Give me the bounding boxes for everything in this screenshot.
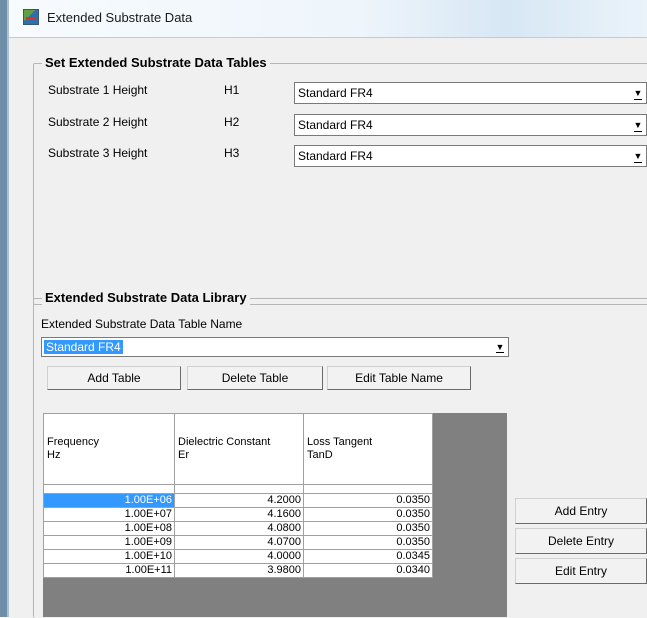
table-row[interactable]: 1.00E+07 4.1600 0.0350 — [43, 507, 433, 522]
substrate-1-combo[interactable]: Standard FR4 ▼ — [294, 82, 647, 104]
column-header-label: Dielectric Constant — [178, 436, 271, 448]
table-row[interactable]: 1.00E+08 4.0800 0.0350 — [43, 521, 433, 536]
column-header-loss-tangent[interactable]: Loss Tangent TanD — [303, 413, 433, 485]
delete-entry-button[interactable]: Delete Entry — [515, 528, 647, 554]
edit-entry-button[interactable]: Edit Entry — [515, 558, 647, 584]
table-spacer-row — [43, 484, 433, 494]
loss-tangent-cell[interactable]: 0.0350 — [303, 507, 433, 522]
table-row[interactable]: 1.00E+11 3.9800 0.0340 — [43, 563, 433, 578]
dielectric-constant-cell[interactable]: 4.0800 — [174, 521, 304, 536]
app-icon — [23, 9, 39, 25]
frequency-cell[interactable]: 1.00E+07 — [43, 507, 175, 522]
substrate-3-label: Substrate 3 Height — [48, 146, 148, 160]
substrate-3-param: H3 — [224, 146, 240, 160]
frequency-cell[interactable]: 1.00E+06 — [43, 493, 175, 508]
dielectric-constant-cell[interactable]: 4.1600 — [174, 507, 304, 522]
dialog-body: Set Extended Substrate Data Tables Subst… — [9, 37, 647, 618]
table-name-selected-text: Standard FR4 — [44, 340, 123, 354]
window-left-frame — [0, 0, 9, 617]
loss-tangent-cell[interactable]: 0.0340 — [303, 563, 433, 578]
frequency-cell[interactable]: 1.00E+11 — [43, 563, 175, 578]
table-row[interactable]: 1.00E+09 4.0700 0.0350 — [43, 535, 433, 550]
substrate-2-label: Substrate 2 Height — [48, 115, 148, 129]
chevron-down-icon[interactable]: ▼ — [630, 146, 646, 166]
add-table-button[interactable]: Add Table — [47, 366, 181, 390]
column-header-unit: Hz — [47, 449, 61, 461]
table-row[interactable]: 1.00E+10 4.0000 0.0345 — [43, 549, 433, 564]
dielectric-constant-cell[interactable]: 4.2000 — [174, 493, 304, 508]
table-name-label: Extended Substrate Data Table Name — [41, 317, 243, 331]
column-header-dielectric-constant[interactable]: Dielectric Constant Er — [174, 413, 304, 485]
loss-tangent-cell[interactable]: 0.0350 — [303, 493, 433, 508]
column-header-label: Frequency — [47, 436, 99, 448]
dielectric-constant-cell[interactable]: 4.0700 — [174, 535, 304, 550]
chevron-down-icon[interactable]: ▼ — [492, 338, 508, 356]
dielectric-constant-cell[interactable]: 3.9800 — [174, 563, 304, 578]
column-header-label: Loss Tangent — [307, 436, 373, 448]
table-header-row: Frequency Hz Dielectric Constant Er Loss… — [43, 413, 433, 485]
chevron-down-icon[interactable]: ▼ — [630, 83, 646, 103]
substrate-3-value: Standard FR4 — [298, 149, 373, 163]
substrate-1-label: Substrate 1 Height — [48, 83, 148, 97]
loss-tangent-cell[interactable]: 0.0345 — [303, 549, 433, 564]
frequency-cell[interactable]: 1.00E+09 — [43, 535, 175, 550]
chevron-down-icon[interactable]: ▼ — [630, 115, 646, 135]
dielectric-constant-cell[interactable]: 4.0000 — [174, 549, 304, 564]
frequency-cell[interactable]: 1.00E+10 — [43, 549, 175, 564]
data-grid[interactable]: Frequency Hz Dielectric Constant Er Loss… — [43, 413, 507, 617]
substrate-1-value: Standard FR4 — [298, 86, 373, 100]
tables-group-title: Set Extended Substrate Data Tables — [42, 55, 270, 70]
substrate-data-table: Frequency Hz Dielectric Constant Er Loss… — [43, 413, 433, 578]
substrate-3-combo[interactable]: Standard FR4 ▼ — [294, 145, 647, 167]
library-group-title: Extended Substrate Data Library — [42, 290, 250, 305]
loss-tangent-cell[interactable]: 0.0350 — [303, 535, 433, 550]
title-bar[interactable]: Extended Substrate Data — [9, 0, 647, 37]
table-name-value: Standard FR4 — [44, 340, 123, 354]
window-title: Extended Substrate Data — [47, 10, 193, 25]
substrate-2-param: H2 — [224, 115, 240, 129]
table-name-combo[interactable]: Standard FR4 ▼ — [41, 337, 509, 357]
add-entry-button[interactable]: Add Entry — [515, 498, 647, 524]
column-header-frequency[interactable]: Frequency Hz — [43, 413, 175, 485]
frequency-cell[interactable]: 1.00E+08 — [43, 521, 175, 536]
edit-table-name-button[interactable]: Edit Table Name — [327, 366, 471, 390]
substrate-2-value: Standard FR4 — [298, 118, 373, 132]
delete-table-button[interactable]: Delete Table — [187, 366, 323, 390]
substrate-2-combo[interactable]: Standard FR4 ▼ — [294, 114, 647, 136]
substrate-1-param: H1 — [224, 83, 240, 97]
column-header-unit: Er — [178, 449, 189, 461]
column-header-unit: TanD — [307, 449, 333, 461]
table-row[interactable]: 1.00E+06 4.2000 0.0350 — [43, 493, 433, 508]
loss-tangent-cell[interactable]: 0.0350 — [303, 521, 433, 536]
